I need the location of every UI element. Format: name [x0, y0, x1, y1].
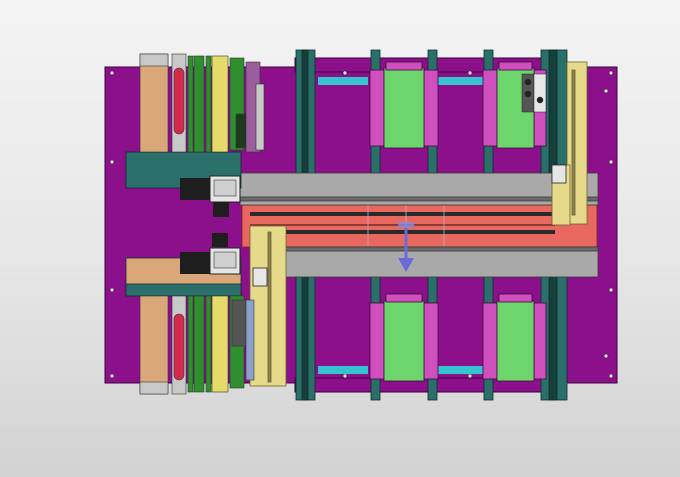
- connector-cluster-right: [521, 73, 547, 113]
- cad-viewport[interactable]: [0, 0, 680, 477]
- lower-roller-stack: [139, 295, 255, 395]
- cad-assembly-drawing[interactable]: [0, 0, 680, 477]
- left-yellow-rail: [249, 225, 287, 387]
